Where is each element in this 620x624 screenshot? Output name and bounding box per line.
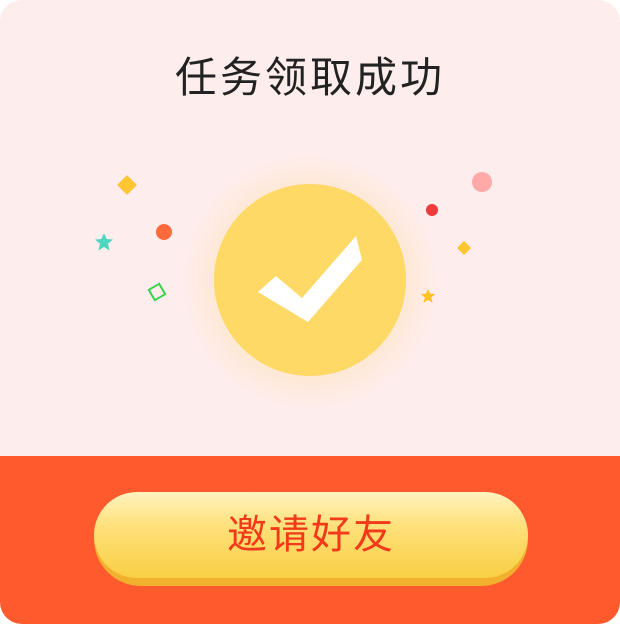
dialog-title: 任务领取成功 — [174, 53, 445, 102]
invite-friends-button[interactable]: 邀请好友 — [94, 492, 528, 586]
success-badge — [214, 184, 406, 376]
confetti-diamond-icon — [456, 240, 472, 256]
confetti-dot-icon — [472, 172, 492, 192]
confetti-square-outline-icon — [147, 282, 167, 302]
invite-button-label: 邀请好友 — [94, 492, 528, 578]
task-success-dialog: 任务领取成功 邀请好友 — [0, 0, 620, 624]
confetti-dot-icon — [156, 224, 172, 240]
confetti-dot-icon — [426, 204, 438, 216]
confetti-diamond-icon — [117, 175, 137, 195]
checkmark-icon — [258, 236, 362, 322]
confetti-star-icon — [95, 233, 113, 251]
